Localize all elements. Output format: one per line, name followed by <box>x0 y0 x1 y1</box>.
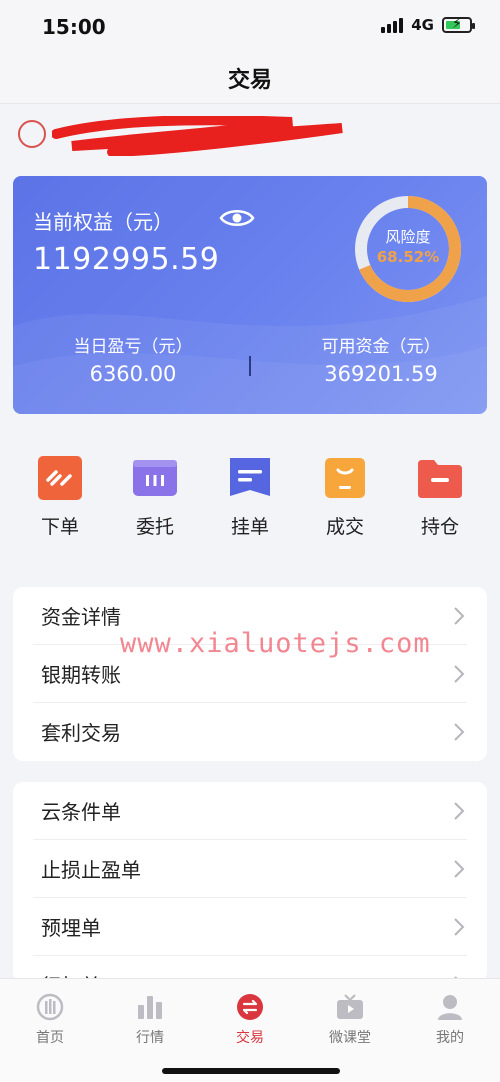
tab-label: 行情 <box>136 1030 164 1046</box>
card-divider <box>249 356 251 376</box>
entrust-icon <box>133 460 177 496</box>
order-icon <box>38 456 82 500</box>
menu-item-label: 套利交易 <box>41 721 121 745</box>
menu-group-orders: 云条件单 止损止盈单 预埋单 行权单 <box>13 782 487 982</box>
menu-item-arbitrage[interactable]: 套利交易 <box>33 703 467 761</box>
chevron-right-icon <box>454 802 465 820</box>
home-indicator <box>162 1068 340 1074</box>
tab-class[interactable]: 微课堂 <box>300 987 400 1051</box>
menu-item-preset-order[interactable]: 预埋单 <box>33 898 467 956</box>
tab-label: 我的 <box>436 1030 464 1046</box>
tab-bar: 首页 行情 交易 微课堂 我的 <box>0 978 500 1082</box>
menu-group-funds: 资金详情 银期转账 套利交易 <box>13 587 487 761</box>
tab-label: 交易 <box>236 1030 264 1046</box>
signal-icon <box>381 17 404 33</box>
battery-icon: ⚡ <box>442 16 475 33</box>
available-funds-value: 369201.59 <box>324 362 438 386</box>
risk-label: 风险度 <box>385 228 431 246</box>
deal-icon <box>325 458 365 498</box>
chevron-right-icon <box>454 665 465 683</box>
menu-item-stop-loss[interactable]: 止损止盈单 <box>33 840 467 898</box>
action-deal[interactable]: 成交 <box>299 448 389 548</box>
menu-item-label: 云条件单 <box>41 800 121 824</box>
risk-value: 68.52% <box>376 248 440 266</box>
status-indicators: 4G ⚡ <box>381 16 475 34</box>
tab-label: 微课堂 <box>329 1030 371 1046</box>
nav-bar: 交易 <box>0 52 500 104</box>
tab-trade[interactable]: 交易 <box>200 987 300 1051</box>
equity-label: 当前权益（元） <box>33 210 173 234</box>
action-order[interactable]: 下单 <box>14 448 104 548</box>
action-label: 下单 <box>40 516 79 538</box>
tv-class-icon <box>337 994 363 1019</box>
pending-order-icon <box>230 458 270 496</box>
equity-card: 当前权益（元） 1192995.59 风险度 68.52% 当日盈亏（元） 63… <box>13 176 487 414</box>
status-time: 15:00 <box>42 15 106 39</box>
action-label: 委托 <box>135 516 174 538</box>
market-chart-icon <box>138 996 162 1019</box>
action-label: 挂单 <box>230 516 269 538</box>
watermark: www.xialuotejs.com <box>120 628 431 659</box>
tab-label: 首页 <box>36 1030 64 1046</box>
tab-market[interactable]: 行情 <box>100 987 200 1051</box>
tab-home[interactable]: 首页 <box>0 987 100 1051</box>
eye-toggle-icon[interactable] <box>219 206 255 230</box>
network-type: 4G <box>411 16 434 34</box>
equity-value: 1192995.59 <box>33 242 220 277</box>
user-icon <box>438 995 462 1020</box>
menu-item-label: 银期转账 <box>41 663 121 687</box>
menu-item-label: 资金详情 <box>41 605 121 629</box>
menu-item-label: 止损止盈单 <box>41 858 141 882</box>
available-funds-label: 可用资金（元） <box>321 337 441 357</box>
menu-item-cloud-condition[interactable]: 云条件单 <box>33 782 467 840</box>
tab-mine[interactable]: 我的 <box>400 987 500 1051</box>
trade-swap-icon <box>237 994 263 1020</box>
quick-actions: 下单 委托 挂单 成交 持仓 <box>0 448 500 548</box>
home-icon <box>36 993 64 1021</box>
action-position[interactable]: 持仓 <box>394 448 484 548</box>
action-label: 持仓 <box>420 516 459 538</box>
action-label: 成交 <box>325 516 364 538</box>
action-pending-order[interactable]: 挂单 <box>204 448 294 548</box>
menu-item-label: 预埋单 <box>41 916 101 940</box>
chevron-right-icon <box>454 723 465 741</box>
status-bar: 15:00 4G ⚡ <box>0 0 500 52</box>
redaction-scribble <box>52 116 343 156</box>
chevron-right-icon <box>454 918 465 936</box>
daily-pl-label: 当日盈亏（元） <box>73 337 193 357</box>
action-entrust[interactable]: 委托 <box>109 448 199 548</box>
account-icon <box>18 120 46 148</box>
position-folder-icon <box>418 460 462 498</box>
chevron-right-icon <box>454 607 465 625</box>
chevron-right-icon <box>454 860 465 878</box>
page-title: 交易 <box>227 68 272 93</box>
daily-pl-value: 6360.00 <box>89 362 177 386</box>
account-selector[interactable] <box>18 110 488 160</box>
